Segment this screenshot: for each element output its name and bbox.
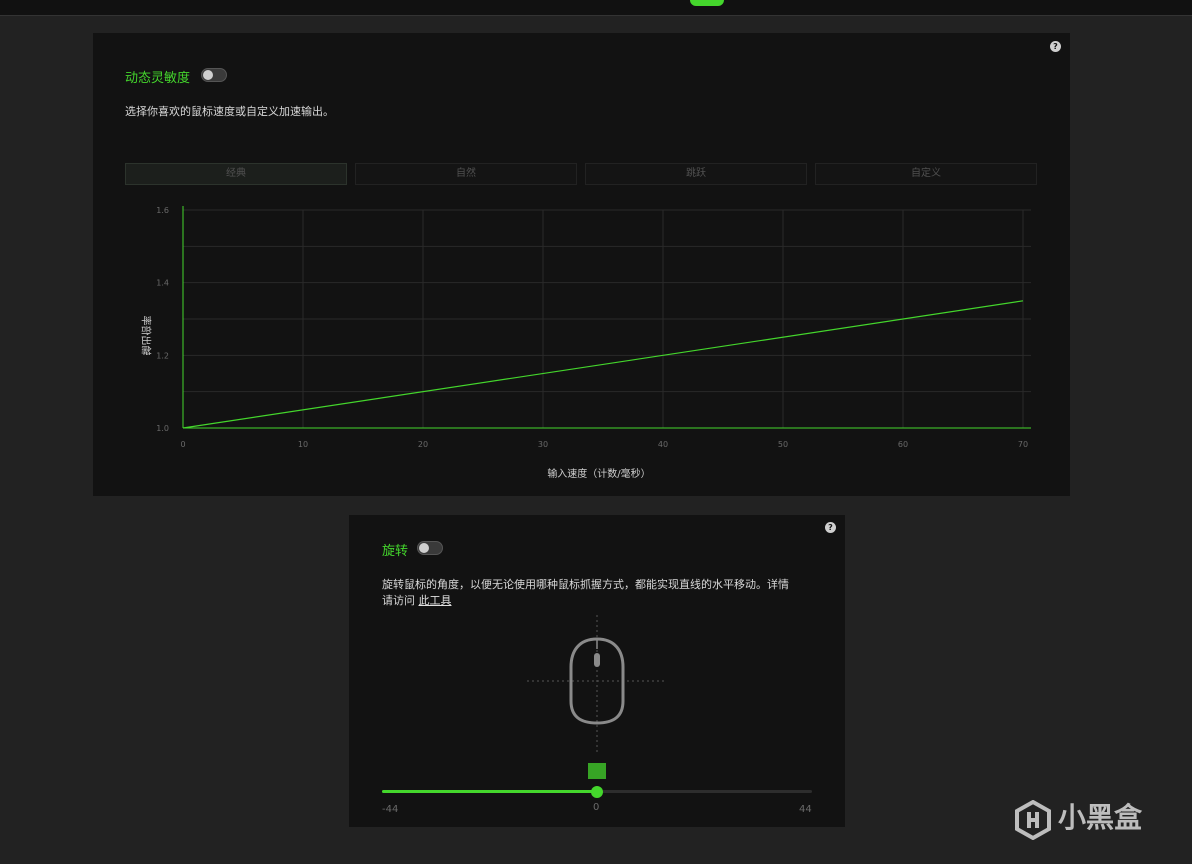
x-tick-label: 0: [180, 440, 185, 449]
series-line: [182, 300, 1024, 429]
x-tick-label: 50: [778, 440, 788, 449]
x-axis-title: 输入速度（计数/毫秒）: [547, 469, 651, 480]
slider-value-label: 0: [593, 802, 600, 813]
sensitivity-chart[interactable]: 0 10 20 30 40 50 60 70 1.0 1.2 1.4 1.6: [93, 33, 1070, 496]
scroll-wheel-icon: [594, 653, 600, 667]
y-axis-title: 输出倍率: [139, 315, 151, 356]
y-tick-label: 1.0: [156, 424, 169, 433]
x-tick-label: 60: [898, 440, 908, 449]
mouse-diagram: [527, 615, 667, 755]
watermark-text: 小黑盒: [1058, 801, 1143, 834]
rotation-panel: ? 旋转 旋转鼠标的角度，以便无论使用哪种鼠标抓握方式，都能实现直线的水平移动。…: [349, 515, 845, 827]
sensitivity-panel: ? 动态灵敏度 选择你喜欢的鼠标速度或自定义加速输出。 经典 自然 跳跃 自定义…: [93, 33, 1070, 496]
rotation-slider-thumb[interactable]: [591, 786, 603, 798]
x-tick-label: 10: [298, 440, 308, 449]
top-bar: [0, 0, 1192, 16]
x-tick-label: 30: [538, 440, 548, 449]
rotation-slider-fill: [382, 790, 597, 793]
slider-max-label: 44: [799, 804, 812, 815]
x-tick-label: 40: [658, 440, 668, 449]
y-tick-label: 1.2: [156, 351, 169, 360]
top-tab-indicator[interactable]: [690, 0, 724, 6]
x-tick-label: 70: [1018, 440, 1028, 449]
slider-min-label: -44: [382, 804, 399, 815]
y-tick-label: 1.6: [156, 206, 169, 215]
y-tick-label: 1.4: [156, 279, 169, 288]
slider-value-marker: [588, 763, 606, 779]
x-tick-label: 20: [418, 440, 428, 449]
heybox-logo-icon: [1015, 800, 1051, 840]
